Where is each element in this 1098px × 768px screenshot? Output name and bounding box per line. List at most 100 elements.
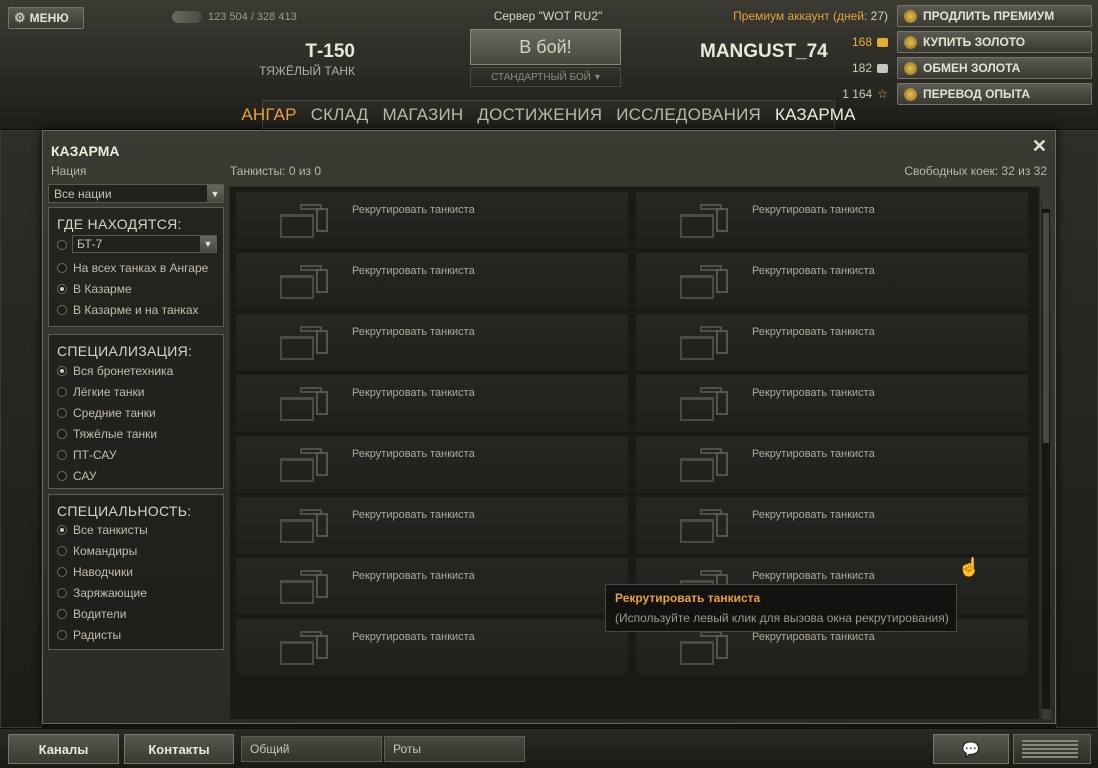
battle-mode-select[interactable]: СТАНДАРТНЫЙ БОЙ ▾ <box>470 67 621 87</box>
transfer-xp-button[interactable]: ПЕРЕВОД ОПЫТА <box>897 83 1092 105</box>
premium-account-label: Премиум аккаунт (дней: 27) <box>690 9 888 23</box>
tank-select[interactable]: БТ-7 ▼ <box>72 235 217 253</box>
bunk-grid: Рекрутировать танкиста Рекрутировать танк… <box>229 186 1040 720</box>
hand-cursor-icon: ☝ <box>958 557 981 577</box>
tab-shop[interactable]: МАГАЗИН <box>382 105 463 125</box>
exchange-gold-button[interactable]: ОБМЕН ЗОЛОТА <box>897 57 1092 79</box>
recruit-slot[interactable]: Рекрутировать танкиста <box>236 314 628 372</box>
role-option-all[interactable]: Все танкисты <box>57 523 148 537</box>
bunk-bed-icon <box>676 326 734 364</box>
nation-select[interactable]: Все нации ▼ <box>48 184 224 203</box>
spec-option-spg[interactable]: САУ <box>57 469 97 483</box>
chat-tab-companies[interactable]: Роты <box>384 736 525 762</box>
recruit-label: Рекрутировать танкиста <box>752 509 875 521</box>
premium-icon <box>904 9 917 23</box>
channels-button[interactable]: Каналы <box>8 734 119 764</box>
recruit-slot[interactable]: Рекрутировать танкиста <box>636 192 1028 250</box>
bunk-bed-icon <box>276 265 334 303</box>
recruit-label: Рекрутировать танкиста <box>752 326 875 338</box>
spec-option-all[interactable]: Вся бронетехника <box>57 364 173 378</box>
radio-icon <box>57 429 67 439</box>
tab-achievements[interactable]: ДОСТИЖЕНИЯ <box>477 105 602 125</box>
role-option-loaders[interactable]: Заряжающие <box>57 586 147 600</box>
recruit-slot[interactable]: Рекрутировать танкиста <box>236 436 628 494</box>
chat-bubble-icon[interactable]: 💬 <box>933 734 1009 764</box>
location-option-barracks-and-tanks[interactable]: В Казарме и на танках <box>57 303 199 317</box>
to-battle-button[interactable]: В бой! <box>470 29 621 65</box>
recruit-slot[interactable]: Рекрутировать танкиста <box>236 192 628 250</box>
option-label: Средние танки <box>73 406 156 420</box>
notifications-list-icon[interactable] <box>1013 734 1091 764</box>
spec-option-td[interactable]: ПТ-САУ <box>57 448 116 462</box>
spec-option-medium[interactable]: Средние танки <box>57 406 156 420</box>
tab-hangar[interactable]: АНГАР <box>241 105 296 125</box>
role-option-radio[interactable]: Радисты <box>57 628 121 642</box>
top-bar: ⚙ МЕНЮ 123 504 / 328 413 Сервер "WOT RU2… <box>0 0 1098 130</box>
credits-icon <box>877 63 888 73</box>
buy-gold-button[interactable]: КУПИТЬ ЗОЛОТО <box>897 31 1092 53</box>
scroll-thumb[interactable] <box>1043 213 1049 443</box>
bunk-bed-icon <box>276 631 334 669</box>
tab-research[interactable]: ИССЛЕДОВАНИЯ <box>616 105 761 125</box>
radio-icon <box>57 408 67 418</box>
radio-icon <box>57 546 67 556</box>
recruit-slot[interactable]: Рекрутировать танкиста <box>236 558 628 616</box>
spec-option-heavy[interactable]: Тяжёлые танки <box>57 427 157 441</box>
bottom-bar: Каналы Контакты Общий Роты 💬 <box>0 728 1098 768</box>
tab-depot[interactable]: СКЛАД <box>311 105 369 125</box>
online-count: 123 504 / 328 413 <box>208 11 297 23</box>
tooltip-title: Рекрутировать танкиста <box>615 591 761 605</box>
recruit-label: Рекрутировать танкиста <box>352 509 475 521</box>
location-filter: ГДЕ НАХОДЯТСЯ: БТ-7 ▼ На всех танках в А… <box>48 207 224 327</box>
option-label: В Казарме и на танках <box>73 303 199 317</box>
role-option-gunners[interactable]: Наводчики <box>57 565 133 579</box>
recruit-label: Рекрутировать танкиста <box>352 204 475 216</box>
location-header: ГДЕ НАХОДЯТСЯ: <box>57 216 182 232</box>
contacts-button[interactable]: Контакты <box>124 734 234 764</box>
recruit-label: Рекрутировать танкиста <box>752 387 875 399</box>
spec-option-light[interactable]: Лёгкие танки <box>57 385 145 399</box>
location-option-barracks[interactable]: В Казарме <box>57 282 132 296</box>
recruit-slot[interactable]: Рекрутировать танкиста <box>636 253 1028 311</box>
option-label: Все танкисты <box>73 523 148 537</box>
server-label: Сервер "WOT RU2" <box>493 9 603 23</box>
location-option-all-hangar[interactable]: На всех танках в Ангаре <box>57 261 208 275</box>
option-label: В Казарме <box>73 282 132 296</box>
extend-premium-label: ПРОДЛИТЬ ПРЕМИУМ <box>923 9 1055 23</box>
radio-icon <box>57 588 67 598</box>
recruit-slot[interactable]: Рекрутировать танкиста <box>236 619 628 677</box>
recruit-slot[interactable]: Рекрутировать танкиста <box>236 375 628 433</box>
tab-barracks[interactable]: КАЗАРМА <box>775 105 856 125</box>
scroll-up-arrow[interactable] <box>1042 199 1051 209</box>
extend-premium-button[interactable]: ПРОДЛИТЬ ПРЕМИУМ <box>897 5 1092 27</box>
close-icon[interactable]: ✕ <box>1032 136 1047 157</box>
recruit-label: Рекрутировать танкиста <box>752 448 875 460</box>
grid-scrollbar[interactable] <box>1041 199 1051 719</box>
menu-button[interactable]: ⚙ МЕНЮ <box>8 7 84 29</box>
radio-icon <box>57 630 67 640</box>
option-label: Вся бронетехника <box>73 364 174 378</box>
free-beds-count: Свободных коек: 32 из 32 <box>904 164 1047 178</box>
window-title: КАЗАРМА <box>51 143 120 159</box>
recruit-slot[interactable]: Рекрутировать танкиста <box>236 253 628 311</box>
player-name: MANGUST_74 <box>700 41 828 62</box>
recruit-slot[interactable]: Рекрутировать танкиста <box>636 375 1028 433</box>
star-icon: ☆ <box>877 87 888 101</box>
recruit-slot[interactable]: Рекрутировать танкиста <box>636 497 1028 555</box>
recruit-label: Рекрутировать танкиста <box>352 448 475 460</box>
tank-name: Т-150 <box>305 41 355 62</box>
recruit-slot[interactable]: Рекрутировать танкиста <box>236 497 628 555</box>
recruit-label: Рекрутировать танкиста <box>752 204 875 216</box>
scroll-down-arrow[interactable] <box>1042 709 1051 719</box>
recruit-slot[interactable]: Рекрутировать танкиста <box>636 436 1028 494</box>
role-option-commanders[interactable]: Командиры <box>57 544 137 558</box>
transfer-xp-label: ПЕРЕВОД ОПЫТА <box>923 87 1031 101</box>
chat-tab-general[interactable]: Общий <box>241 736 382 762</box>
role-option-drivers[interactable]: Водители <box>57 607 126 621</box>
free-xp-balance: 1 164 ☆ <box>820 87 888 101</box>
bunk-bed-icon <box>276 387 334 425</box>
location-option-tank[interactable] <box>57 240 67 250</box>
recruit-label: Рекрутировать танкиста <box>352 326 475 338</box>
tankers-count: Танкисты: 0 из 0 <box>230 164 322 178</box>
recruit-slot[interactable]: Рекрутировать танкиста <box>636 314 1028 372</box>
